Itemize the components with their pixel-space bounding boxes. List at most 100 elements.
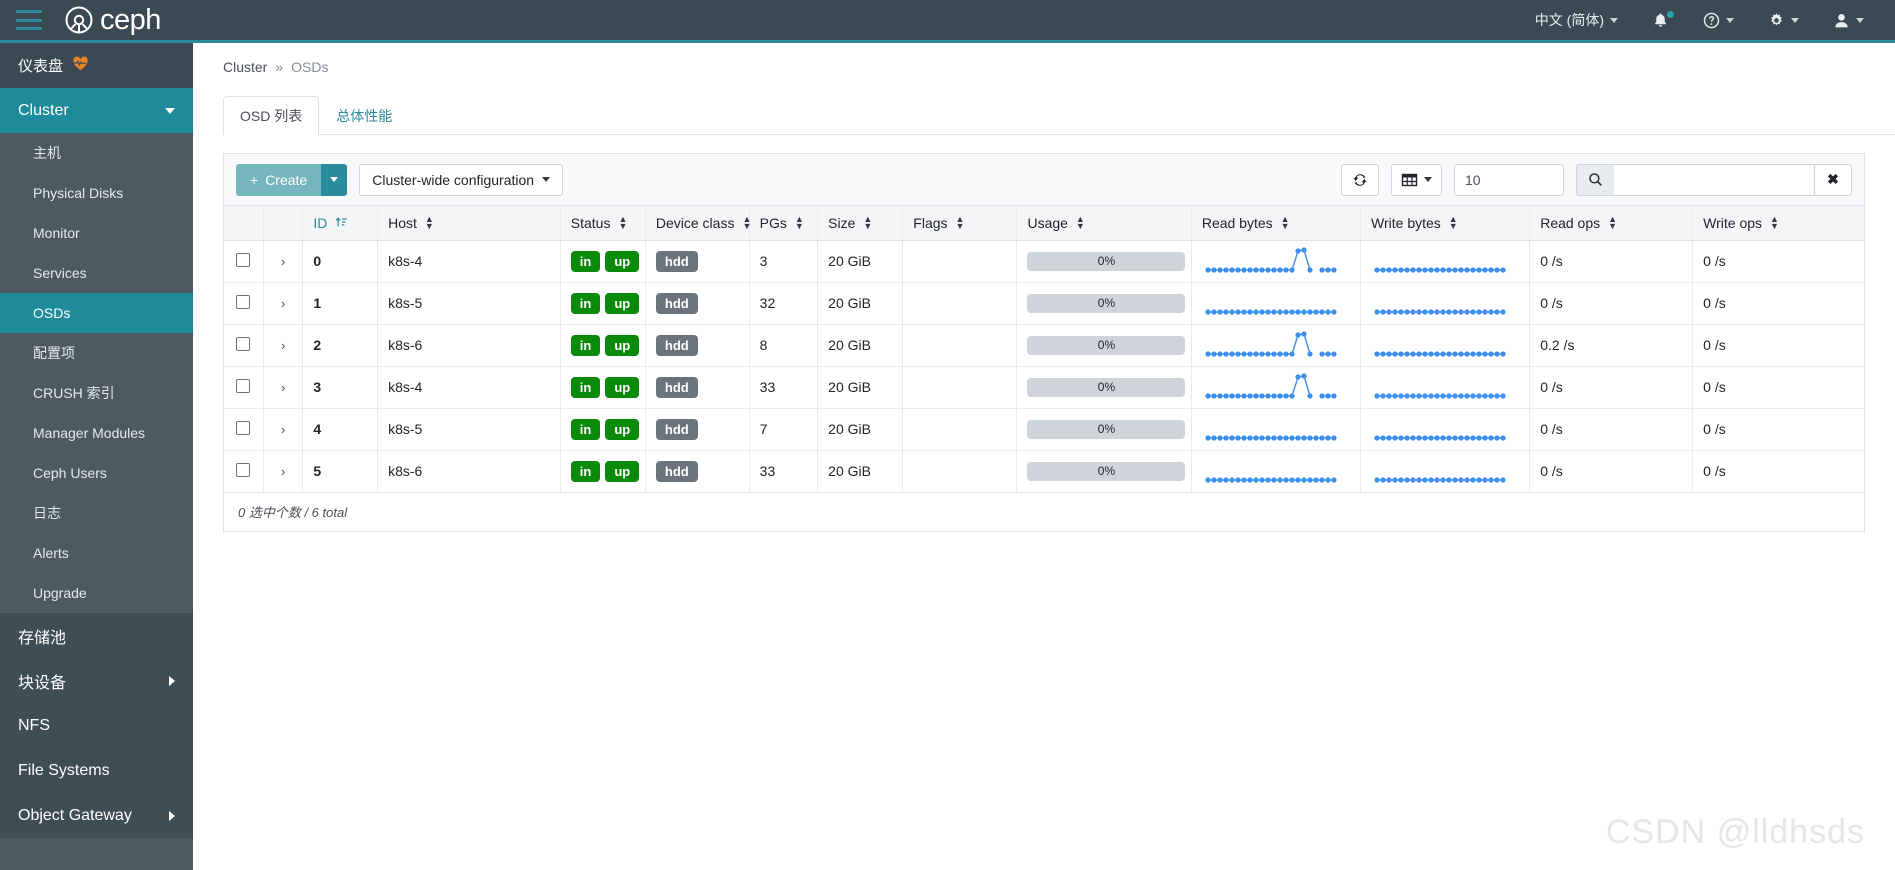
column-header-status[interactable]: Status ▲ ▼ — [560, 206, 646, 241]
usage-progress-bar: 0% — [1027, 293, 1186, 313]
sidebar-item-physical-disks[interactable]: Physical Disks — [0, 173, 193, 213]
sidebar-item-label: CRUSH 索引 — [33, 385, 115, 401]
page-limit-input[interactable] — [1454, 163, 1564, 196]
sidebar-item-label: Alerts — [33, 545, 69, 561]
sidebar-item-monitor[interactable]: Monitor — [0, 213, 193, 253]
sidebar-item-cluster[interactable]: Cluster — [0, 88, 193, 133]
expand-row-icon[interactable]: › — [281, 338, 285, 353]
cell-read-bytes — [1191, 450, 1362, 493]
user-menu[interactable] — [1816, 0, 1881, 40]
expand-row-icon[interactable]: › — [281, 422, 285, 437]
table-row[interactable]: › 5 k8s-6 in up hdd 33 20 GiB 0% 0 /s 0 /s — [224, 450, 1864, 493]
settings-menu[interactable] — [1751, 0, 1816, 40]
sidebar-item-label: Cluster — [18, 101, 69, 119]
cell-read-bytes — [1191, 240, 1362, 283]
column-header-id[interactable]: ID — [302, 206, 379, 241]
expand-row-icon[interactable]: › — [281, 464, 285, 479]
row-select-cell — [224, 450, 264, 493]
expand-row-icon[interactable]: › — [281, 380, 285, 395]
column-header-device-class[interactable]: Device class ▲ ▼ — [645, 206, 751, 241]
column-header-read-ops[interactable]: Read ops ▲ ▼ — [1529, 206, 1694, 241]
tab-overall-performance[interactable]: 总体性能 — [319, 96, 409, 135]
sidebar-item-nfs[interactable]: NFS — [0, 703, 193, 748]
sidebar-item-manager-modules[interactable]: Manager Modules — [0, 413, 193, 453]
sidebar-item-label: 存储池 — [18, 629, 67, 647]
table-row[interactable]: › 2 k8s-6 in up hdd 8 20 GiB 0% 0.2 /s 0 /s — [224, 324, 1864, 367]
sidebar-item-crush-map[interactable]: CRUSH 索引 — [0, 373, 193, 413]
tab-osd-list[interactable]: OSD 列表 — [223, 96, 320, 135]
row-select-cell — [224, 282, 264, 325]
sidebar-item-object-gateway[interactable]: Object Gateway — [0, 793, 193, 838]
refresh-button[interactable] — [1341, 163, 1379, 196]
row-checkbox[interactable] — [236, 336, 251, 351]
sidebar-item-hosts[interactable]: 主机 — [0, 133, 193, 173]
row-select-cell — [224, 366, 264, 409]
column-header-size[interactable]: Size ▲ ▼ — [817, 206, 904, 241]
sidebar-nav: 仪表盘 Cluster 主机 Physical Disks Monitor Se… — [0, 43, 193, 870]
sidebar-item-ceph-users[interactable]: Ceph Users — [0, 453, 193, 493]
clear-search-button[interactable]: ✖ — [1814, 163, 1852, 196]
cell-read-ops: 0.2 /s — [1529, 324, 1694, 367]
cell-read-bytes — [1191, 408, 1362, 451]
row-checkbox[interactable] — [236, 252, 251, 267]
read-bytes-sparkline — [1202, 475, 1342, 491]
sort-icon: ▲ ▼ — [955, 213, 965, 231]
hamburger-icon[interactable] — [16, 10, 42, 30]
column-header-usage[interactable]: Usage ▲ ▼ — [1016, 206, 1192, 241]
search-icon — [1576, 163, 1614, 196]
help-menu[interactable] — [1686, 0, 1751, 40]
sidebar-item-block[interactable]: 块设备 — [0, 658, 193, 703]
sidebar-item-pools[interactable]: 存储池 — [0, 613, 193, 658]
sidebar-item-dashboard[interactable]: 仪表盘 — [0, 43, 193, 88]
cell-host: k8s-6 — [377, 324, 561, 367]
column-label: Host — [388, 214, 417, 231]
sidebar-item-configuration[interactable]: 配置项 — [0, 333, 193, 373]
sidebar-item-logs[interactable]: 日志 — [0, 493, 193, 533]
table-row[interactable]: › 1 k8s-5 in up hdd 32 20 GiB 0% 0 /s 0 /s — [224, 282, 1864, 325]
row-select-cell — [224, 324, 264, 367]
device-class-badge: hdd — [655, 334, 698, 356]
column-header-write-bytes[interactable]: Write bytes ▲ ▼ — [1360, 206, 1531, 241]
row-checkbox[interactable] — [236, 420, 251, 435]
cell-usage: 0% — [1016, 282, 1192, 325]
search-input[interactable] — [1614, 163, 1814, 196]
row-checkbox[interactable] — [236, 378, 251, 393]
status-badge: in — [570, 460, 601, 482]
column-header-flags[interactable]: Flags ▲ ▼ — [902, 206, 1018, 241]
sidebar-item-label: File Systems — [18, 761, 110, 779]
cluster-wide-configuration-dropdown[interactable]: Cluster-wide configuration — [359, 163, 564, 196]
cell-read-ops: 0 /s — [1529, 450, 1694, 493]
cell-read-ops: 0 /s — [1529, 240, 1694, 283]
ceph-logo[interactable]: ceph — [64, 4, 161, 37]
sidebar-item-alerts[interactable]: Alerts — [0, 533, 193, 573]
table-row[interactable]: › 4 k8s-5 in up hdd 7 20 GiB 0% 0 /s 0 /s — [224, 408, 1864, 451]
cell-id: 0 — [302, 240, 379, 283]
row-checkbox[interactable] — [236, 462, 251, 477]
row-checkbox[interactable] — [236, 294, 251, 309]
sidebar-item-upgrade[interactable]: Upgrade — [0, 573, 193, 613]
table-row[interactable]: › 0 k8s-4 in up hdd 3 20 GiB 0% 0 /s 0 /s — [224, 240, 1864, 283]
cell-read-ops: 0 /s — [1529, 282, 1694, 325]
breadcrumb-root[interactable]: Cluster — [223, 59, 267, 75]
column-header-pgs[interactable]: PGs ▲ ▼ — [749, 206, 819, 241]
create-button-label: Create — [265, 171, 308, 188]
expand-row-icon[interactable]: › — [281, 254, 285, 269]
column-selector-button[interactable] — [1391, 163, 1442, 196]
table-row[interactable]: › 3 k8s-4 in up hdd 33 20 GiB 0% 0 /s 0 /s — [224, 366, 1864, 409]
device-class-badge: hdd — [655, 292, 698, 314]
column-header-write-ops[interactable]: Write ops ▲ ▼ — [1692, 206, 1864, 241]
sidebar-item-file-systems[interactable]: File Systems — [0, 748, 193, 793]
sidebar-item-label: 块设备 — [18, 674, 67, 692]
create-dropdown-toggle[interactable] — [321, 163, 348, 196]
cell-flags — [902, 366, 1018, 409]
column-header-read-bytes[interactable]: Read bytes ▲ ▼ — [1191, 206, 1362, 241]
create-button[interactable]: + Create — [236, 163, 322, 196]
expand-row-icon[interactable]: › — [281, 296, 285, 311]
notifications-button[interactable] — [1635, 0, 1686, 40]
cell-flags — [902, 408, 1018, 451]
read-bytes-sparkline — [1202, 433, 1342, 449]
sidebar-item-services[interactable]: Services — [0, 253, 193, 293]
column-header-host[interactable]: Host ▲ ▼ — [377, 206, 561, 241]
language-selector[interactable]: 中文 (简体) — [1518, 0, 1635, 40]
sidebar-item-osds[interactable]: OSDs — [0, 293, 193, 333]
